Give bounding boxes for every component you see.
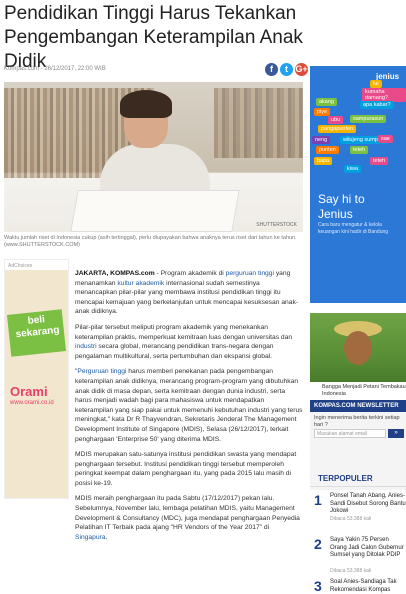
- jenius-word-tag: kiwa: [344, 165, 362, 174]
- link-kultur-akademik[interactable]: kultur akademik: [117, 280, 164, 287]
- jenius-headline: Say hi to Jenius: [318, 192, 365, 221]
- google-plus-share-button[interactable]: G+: [295, 63, 308, 76]
- popular-item-2[interactable]: 2 Saya Yakin 75 Persen Orang Jadi Calon …: [310, 536, 406, 574]
- tobacco-ad-text: Bangga Menjadi Petani Tembakau Indonesia: [322, 384, 406, 397]
- image-watermark: SHUTTERSTOCK: [256, 222, 297, 228]
- jenius-word-tag: bapa: [314, 157, 333, 165]
- jenius-ad[interactable]: jenius lur kumaha damang? akang apa kabar? p…: [310, 66, 406, 303]
- link-perguruan-tinggi[interactable]: perguruan tinggi: [226, 270, 274, 277]
- divider: [310, 486, 406, 487]
- jenius-word-tag: pangapunten: [318, 124, 357, 133]
- link-singapura[interactable]: Singapura: [75, 534, 106, 541]
- jenius-word-tag: lur: [370, 80, 383, 88]
- article-hero-image: SHUTTERSTOCK: [4, 82, 303, 232]
- adchoices-label: AdChoices: [8, 263, 33, 269]
- jenius-word-tag: sampurasun: [350, 115, 387, 123]
- jenius-word-tag: akang: [316, 97, 337, 106]
- text: harus memberi penekanan pada pengembanga…: [75, 368, 303, 443]
- link-perguruan-tinggi-2[interactable]: Perguruan tinggi: [77, 368, 126, 375]
- jenius-subtext: Cara baru mengatur & kelola keuangan kin…: [318, 222, 389, 235]
- popular-item-3[interactable]: 3 Soal Anies-Sandiaga Tak Rekomendasi Ko…: [310, 578, 406, 594]
- twitter-share-button[interactable]: t: [280, 63, 293, 76]
- popular-title[interactable]: Soal Anies-Sandiaga Tak Rekomendasi Komp…: [330, 579, 406, 594]
- newsletter-email-input[interactable]: Masukan alamat email: [314, 429, 386, 438]
- student-hair: [120, 90, 172, 118]
- newsletter-description: Ingin menerima berita terkini setiap har…: [314, 415, 400, 428]
- paragraph-3: "Perguruan tinggi harus memberi penekana…: [75, 367, 303, 444]
- paragraph-1: JAKARTA, KOMPAS.com - Program akademik d…: [75, 269, 303, 317]
- text: MDIS meraih penghargaan itu pada Sabtu (…: [75, 495, 300, 532]
- popular-views: Dibaca 53.388 kali: [330, 516, 372, 522]
- text: - Program akademik di: [154, 270, 226, 277]
- tobacco-ad[interactable]: Bangga Menjadi Petani Tembakau Indonesia: [310, 313, 406, 398]
- paragraph-5: MDIS meraih penghargaan itu pada Sabtu (…: [75, 494, 303, 542]
- newsletter-submit-button[interactable]: »: [388, 429, 404, 438]
- orami-ad[interactable]: AdChoices beli sekarang Orami www.orami.…: [4, 259, 69, 499]
- newsletter-title: KOMPAS.COM NEWSLETTER: [310, 400, 406, 412]
- open-book: [70, 190, 240, 232]
- popular-rank: 3: [314, 578, 322, 594]
- link-industri[interactable]: industri: [75, 343, 97, 350]
- popular-rank: 2: [314, 536, 322, 552]
- jenius-word-tag: piye: [314, 108, 331, 116]
- popular-views: Dibaca 53.388 kali: [330, 568, 372, 574]
- popular-item-1[interactable]: 1 Ponsel Tanah Abang, Anies-Sandi Disebu…: [310, 492, 406, 526]
- popular-heading: TERPOPULER: [318, 474, 373, 483]
- jenius-word-tag: neng: [312, 136, 331, 144]
- text: secara global, merancang pendidikan tran…: [75, 343, 274, 360]
- jenius-word-tag: teteh: [370, 157, 389, 165]
- orami-logo: Orami: [10, 384, 48, 399]
- dateline: JAKARTA, KOMPAS.com: [75, 270, 155, 277]
- jenius-word-tag: apa kabar?: [360, 101, 394, 109]
- image-caption: Waktu jumlah riset di Indonesia cukup (a…: [4, 235, 297, 248]
- bookshelf-right: [214, 88, 303, 158]
- farmer-face: [344, 331, 372, 365]
- popular-title[interactable]: Ponsel Tanah Abang, Anies-Sandi Disebut …: [330, 493, 406, 516]
- jenius-word-tag: ubu: [328, 116, 344, 125]
- article-body: JAKARTA, KOMPAS.com - Program akademik d…: [75, 269, 303, 548]
- popular-title[interactable]: Saya Yakin 75 Persen Orang Jadi Calon Gu…: [330, 537, 406, 560]
- paragraph-4: MDIS merupakan satu-satunya institusi pe…: [75, 451, 297, 487]
- text: Pilar-pilar tersebut meliputi program ak…: [75, 323, 293, 341]
- text: .: [105, 533, 108, 541]
- popular-rank: 1: [314, 492, 322, 508]
- page-title: Pendidikan Tinggi Harus Tekankan Pengemb…: [4, 3, 303, 72]
- jenius-word-tag: punten: [316, 145, 339, 154]
- orami-url: www.orami.co.id: [10, 400, 54, 406]
- jenius-word-tag: teteh: [350, 145, 369, 154]
- jenius-word-tag: sae: [378, 134, 393, 143]
- paragraph-2: Pilar-pilar tersebut meliputi program ak…: [75, 323, 303, 361]
- article-meta: Kompas.com - 26/12/2017, 22:00 WIB: [4, 66, 106, 72]
- facebook-share-button[interactable]: f: [265, 63, 278, 76]
